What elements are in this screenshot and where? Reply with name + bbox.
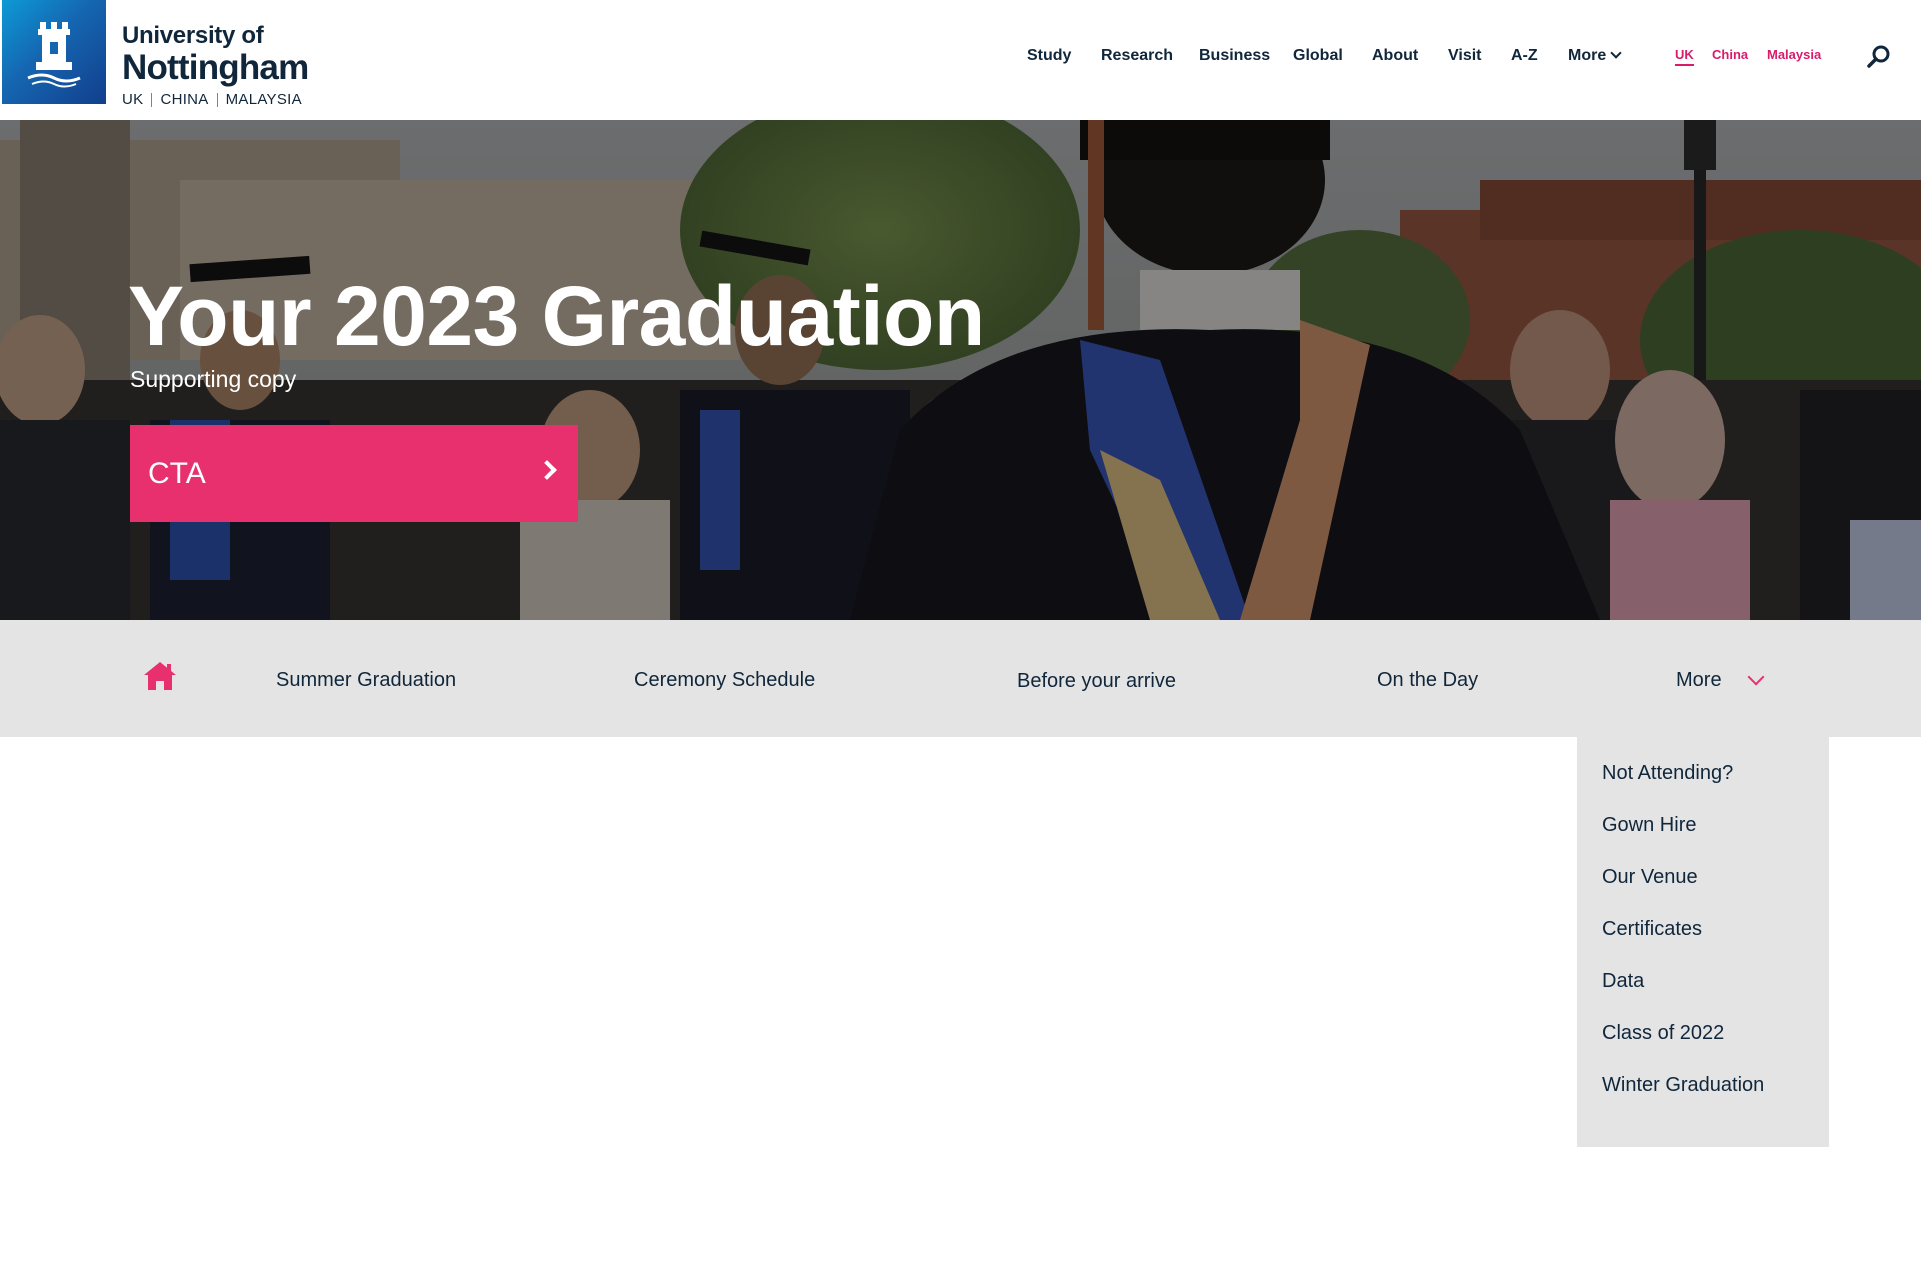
wordmark-line-2: Nottingham [122, 48, 309, 87]
site-header: University of Nottingham UK CHINA MALAYS… [0, 0, 1921, 120]
nav-business[interactable]: Business [1199, 47, 1270, 65]
wordmark-divider [151, 92, 153, 107]
nav-study[interactable]: Study [1027, 47, 1071, 65]
dropdown-item-not-attending[interactable]: Not Attending? [1602, 762, 1733, 785]
dropdown-item-winter-graduation[interactable]: Winter Graduation [1602, 1074, 1764, 1097]
hero-title: Your 2023 Graduation [128, 269, 985, 363]
dropdown-item-gown-hire[interactable]: Gown Hire [1602, 814, 1696, 837]
wordmark-campus-uk: UK [122, 91, 144, 108]
wordmark-campus-china: CHINA [160, 91, 209, 108]
nav-about[interactable]: About [1372, 47, 1418, 65]
subnav-more[interactable]: More [1676, 669, 1722, 692]
subnav-before-your-arrive[interactable]: Before your arrive [1017, 670, 1176, 693]
hero-banner: Your 2023 Graduation Supporting copy CTA [0, 120, 1921, 620]
subnav-on-the-day[interactable]: On the Day [1377, 669, 1478, 692]
wordmark-line-1: University of [122, 22, 264, 49]
nav-a-z[interactable]: A-Z [1511, 47, 1538, 65]
wordmark-divider [216, 92, 218, 107]
dropdown-item-certificates[interactable]: Certificates [1602, 918, 1702, 941]
nav-global[interactable]: Global [1293, 47, 1343, 65]
wordmark-campuses: UK CHINA MALAYSIA [122, 91, 308, 108]
search-icon[interactable] [1866, 44, 1892, 70]
campus-link-uk[interactable]: UK [1675, 47, 1694, 66]
cta-button[interactable]: CTA [130, 425, 578, 522]
nav-more-label: More [1568, 47, 1607, 64]
subnav-summer-graduation[interactable]: Summer Graduation [276, 669, 456, 692]
home-icon[interactable] [143, 661, 177, 691]
section-subnav: Summer Graduation Ceremony Schedule Befo… [0, 620, 1921, 737]
more-dropdown-menu: Not Attending? Gown Hire Our Venue Certi… [1577, 737, 1829, 1147]
campus-link-malaysia[interactable]: Malaysia [1767, 47, 1821, 62]
chevron-down-icon [1610, 47, 1622, 59]
nav-visit[interactable]: Visit [1448, 47, 1482, 65]
dropdown-item-our-venue[interactable]: Our Venue [1602, 866, 1698, 889]
dropdown-item-class-of-2022[interactable]: Class of 2022 [1602, 1022, 1724, 1045]
university-crest-logo[interactable] [2, 0, 106, 104]
nav-more[interactable]: More [1568, 47, 1622, 65]
chevron-down-icon[interactable] [1747, 668, 1765, 686]
subnav-ceremony-schedule[interactable]: Ceremony Schedule [634, 669, 815, 692]
nav-research[interactable]: Research [1101, 47, 1173, 65]
cta-label: CTA [148, 456, 206, 490]
chevron-right-icon [537, 460, 557, 480]
campus-link-china[interactable]: China [1712, 47, 1748, 62]
wordmark-campus-malaysia: MALAYSIA [225, 91, 302, 108]
university-wordmark[interactable]: University of Nottingham UK CHINA MALAYS… [122, 22, 309, 108]
hero-subtitle: Supporting copy [130, 366, 297, 392]
dropdown-item-data[interactable]: Data [1602, 970, 1644, 993]
